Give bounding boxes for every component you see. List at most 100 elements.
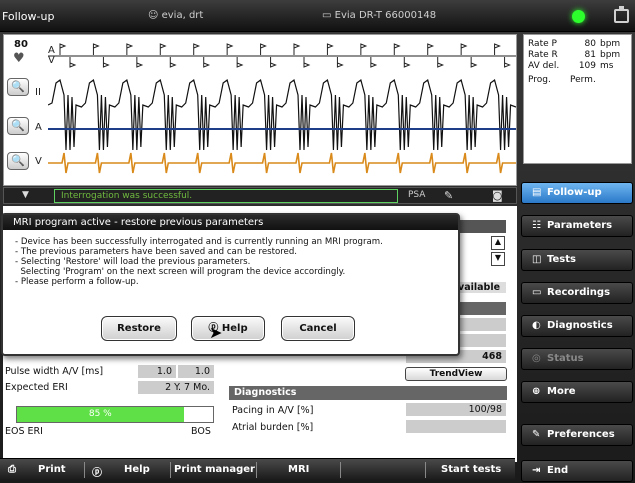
dialog-message: - Device has been successfully interroga… [15,237,383,287]
bottom-toolbar: ⎙ Print ⓟ Help Print manager MRI Start t… [0,458,515,480]
ecg-lead-ii-trace [48,78,516,151]
collapse-arrow-icon[interactable]: ▼ [22,190,29,200]
nav-label: More [547,386,576,397]
mri-button[interactable]: MRI [288,464,309,475]
atrial-marker [226,43,234,55]
nav-end[interactable]: ⇥ End [521,460,633,482]
help-icon: ⓟ [92,468,102,479]
status-icon: ◎ [532,353,541,364]
ventricular-marker [136,57,144,68]
ventricular-marker [102,57,110,68]
zoom-atrial-icon[interactable]: 🔍 [7,117,29,135]
dialog-line: - The previous parameters have been save… [15,247,298,257]
nav-label: Diagnostics [547,320,613,331]
atrial-burden-label: Atrial burden [%] [232,422,314,433]
zoom-ventricular-icon[interactable]: 🔍 [7,152,29,170]
nav-follow-up[interactable]: ▤ Follow-up [521,182,633,204]
rate-unit: bpm [600,50,621,60]
atrial-marker [59,43,67,55]
atrial-marker [427,43,435,55]
mri-restore-dialog: MRI program active - restore previous pa… [1,213,460,356]
ventricular-marker [403,57,411,68]
pacing-label: Pacing in A/V [%] [232,405,314,416]
ecg-rate: 80 [14,39,28,50]
atrial-marker [494,43,501,55]
patient-label: evia, drt [161,10,204,21]
ventricular-marker [470,57,478,68]
ventricular-marker [236,57,244,68]
device-label: Evia DR-T 66000148 [334,10,437,21]
channel-label-a: A [35,122,42,133]
print-manager-button[interactable]: Print manager [174,464,255,475]
ventricular-marker [504,57,511,68]
person-icon: ☺ [148,10,162,21]
nav-label: Parameters [547,220,613,231]
battery-icon [614,6,629,23]
help-button[interactable]: ⓟ Help [191,316,265,341]
print-button[interactable]: Print [38,464,66,475]
psa-button[interactable]: PSA [408,190,425,200]
scroll-up-icon[interactable]: ▲ [491,236,505,250]
help-toolbar-button[interactable]: Help [124,464,150,475]
diagnostics-header: Diagnostics [229,386,507,400]
wrench-icon[interactable]: ✎ [444,189,453,202]
rate-value: 80 [584,39,596,49]
rate-r-row: Rate R 81 bpm [528,50,627,61]
nav-recordings[interactable]: ▭ Recordings [521,282,633,304]
ecg-panel: 80 ♥ 🔍 🔍 🔍 A V II A V [3,34,517,186]
patient-name: ☺ evia, drt [148,10,203,21]
dialog-line: - Selecting 'Restore' will load the prev… [15,257,251,267]
available-label: vailable [456,282,506,293]
toolbar-separator [425,462,426,478]
connection-status-indicator [572,10,585,23]
atrial-marker [92,43,100,55]
rate-unit: bpm [600,39,621,49]
atrial-marker [159,43,167,55]
start-tests-button[interactable]: Start tests [441,464,501,475]
diagnostics-icon: ◐ [532,320,541,331]
sliders-icon: ☷ [532,220,541,231]
nav-label: Recordings [547,287,611,298]
help-label: Help [221,323,248,334]
zoom-ecg-icon[interactable]: 🔍 [7,78,29,96]
nav-preferences[interactable]: ✎ Preferences [521,424,633,446]
toolbar-separator [84,462,85,478]
cancel-button[interactable]: Cancel [281,316,355,341]
wrench-icon: ✎ [532,429,541,440]
scroll-down-icon[interactable]: ▼ [491,252,505,266]
ventricular-marker [270,57,277,68]
prog-value: Perm. [570,75,596,85]
screen-title: Follow-up [2,10,55,23]
toolbar-separator [256,462,257,478]
clipboard-icon: ▤ [532,187,542,198]
trendview-button[interactable]: TrendView [405,367,507,381]
pulse-width-label: Pulse width A/V [ms] [5,366,104,377]
ventricular-marker [437,57,445,68]
ventricular-marker [203,57,211,68]
atrial-marker [393,43,401,55]
restore-button[interactable]: Restore [101,316,177,341]
exit-icon: ⇥ [532,465,541,476]
rate-value: 81 [584,50,596,60]
toolbar-separator [170,462,171,478]
camera-icon[interactable]: ◙ [492,189,503,202]
pulse-width-a: 1.0 [138,365,176,378]
nav-diagnostics[interactable]: ◐ Diagnostics [521,315,633,337]
atrial-marker [260,43,267,55]
rate-label: AV del. [528,61,560,71]
nav-label: End [547,465,569,476]
nav-tests[interactable]: ◫ Tests [521,249,633,271]
nav-label: Preferences [547,429,615,440]
dialog-title: MRI program active - restore previous pa… [3,215,458,230]
nav-more[interactable]: ⊕ More [521,381,633,403]
ventricular-marker [303,57,311,68]
nav-parameters[interactable]: ☷ Parameters [521,215,633,237]
ventricular-marker [370,57,378,68]
nav-label: Tests [547,254,576,265]
ventricular-marker [169,57,177,68]
device-icon: ▭ [322,10,335,21]
nav-label: Follow-up [547,187,602,198]
hidden-header-strip [456,220,506,233]
interrogation-status: Interrogation was successful. [54,189,398,203]
rate-p-row: Rate P 80 bpm [528,39,627,50]
